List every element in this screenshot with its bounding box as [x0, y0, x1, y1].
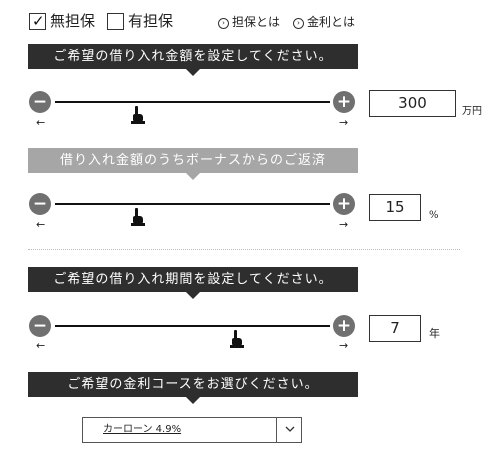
arrow-right-icon: → [339, 339, 349, 352]
arrow-left-icon: ← [36, 218, 46, 231]
what-is-interest-label: 金利とは [307, 15, 356, 29]
bonus-value-field[interactable]: 15 [369, 194, 421, 221]
amount-decrease-button[interactable]: − [29, 91, 51, 113]
bonus-slider-track[interactable] [55, 203, 330, 205]
arrow-left-icon: ← [36, 339, 46, 352]
bonus-decrease-button[interactable]: − [29, 193, 51, 215]
select-separator [276, 418, 277, 442]
rate-course-selected-value: カーローン 4.9% [103, 424, 182, 435]
check-icon: ✓ [32, 12, 45, 30]
period-value-field[interactable]: 7 [369, 315, 421, 342]
arrow-right-icon: → [339, 218, 349, 231]
amount-slider-track[interactable] [55, 101, 330, 103]
without-collateral-label[interactable]: 無担保 [50, 11, 95, 31]
rate-course-select[interactable]: カーローン 4.9% [82, 417, 302, 443]
amount-slider-handle[interactable] [130, 106, 145, 124]
period-decrease-button[interactable]: − [29, 315, 51, 337]
bonus-increase-button[interactable]: + [333, 193, 355, 215]
bonus-slider-handle[interactable] [130, 208, 145, 226]
what-is-interest-link[interactable]: › 金利とは [293, 14, 355, 30]
section-divider [28, 249, 460, 250]
amount-section-banner: ご希望の借り入れ金額を設定してください。 [28, 44, 358, 76]
arrow-left-icon: ← [36, 116, 46, 129]
with-collateral-label[interactable]: 有担保 [128, 11, 173, 31]
amount-section-title: ご希望の借り入れ金額を設定してください。 [53, 49, 333, 64]
circle-chevron-icon: › [293, 18, 304, 29]
what-is-collateral-label: 担保とは [232, 15, 281, 29]
period-slider-handle[interactable] [229, 330, 244, 348]
amount-increase-button[interactable]: + [333, 91, 355, 113]
rate-section-banner: ご希望の金利コースをお選びください。 [28, 372, 358, 404]
period-increase-button[interactable]: + [333, 315, 355, 337]
amount-unit-label: 万円 [462, 106, 482, 117]
bonus-section-banner: 借り入れ金額のうちボーナスからのご返済 [28, 148, 358, 180]
arrow-right-icon: → [339, 116, 349, 129]
without-collateral-checkbox[interactable]: ✓ [29, 12, 46, 30]
period-section-banner: ご希望の借り入れ期間を設定してください。 [28, 267, 358, 299]
banner-pointer [186, 292, 200, 299]
period-section-title: ご希望の借り入れ期間を設定してください。 [53, 272, 333, 287]
bonus-section-title: 借り入れ金額のうちボーナスからのご返済 [59, 153, 326, 168]
chevron-down-icon[interactable] [283, 422, 297, 436]
circle-chevron-icon: › [218, 18, 229, 29]
period-slider-track[interactable] [55, 325, 330, 327]
with-collateral-checkbox[interactable] [107, 13, 124, 30]
banner-pointer [186, 173, 200, 180]
rate-section-title: ご希望の金利コースをお選びください。 [67, 377, 319, 392]
banner-pointer [186, 397, 200, 404]
period-unit-label: 年 [429, 327, 440, 340]
amount-value-field[interactable]: 300 [369, 90, 456, 117]
what-is-collateral-link[interactable]: › 担保とは [218, 14, 280, 30]
bonus-unit-label: % [429, 210, 439, 221]
banner-pointer [186, 69, 200, 76]
